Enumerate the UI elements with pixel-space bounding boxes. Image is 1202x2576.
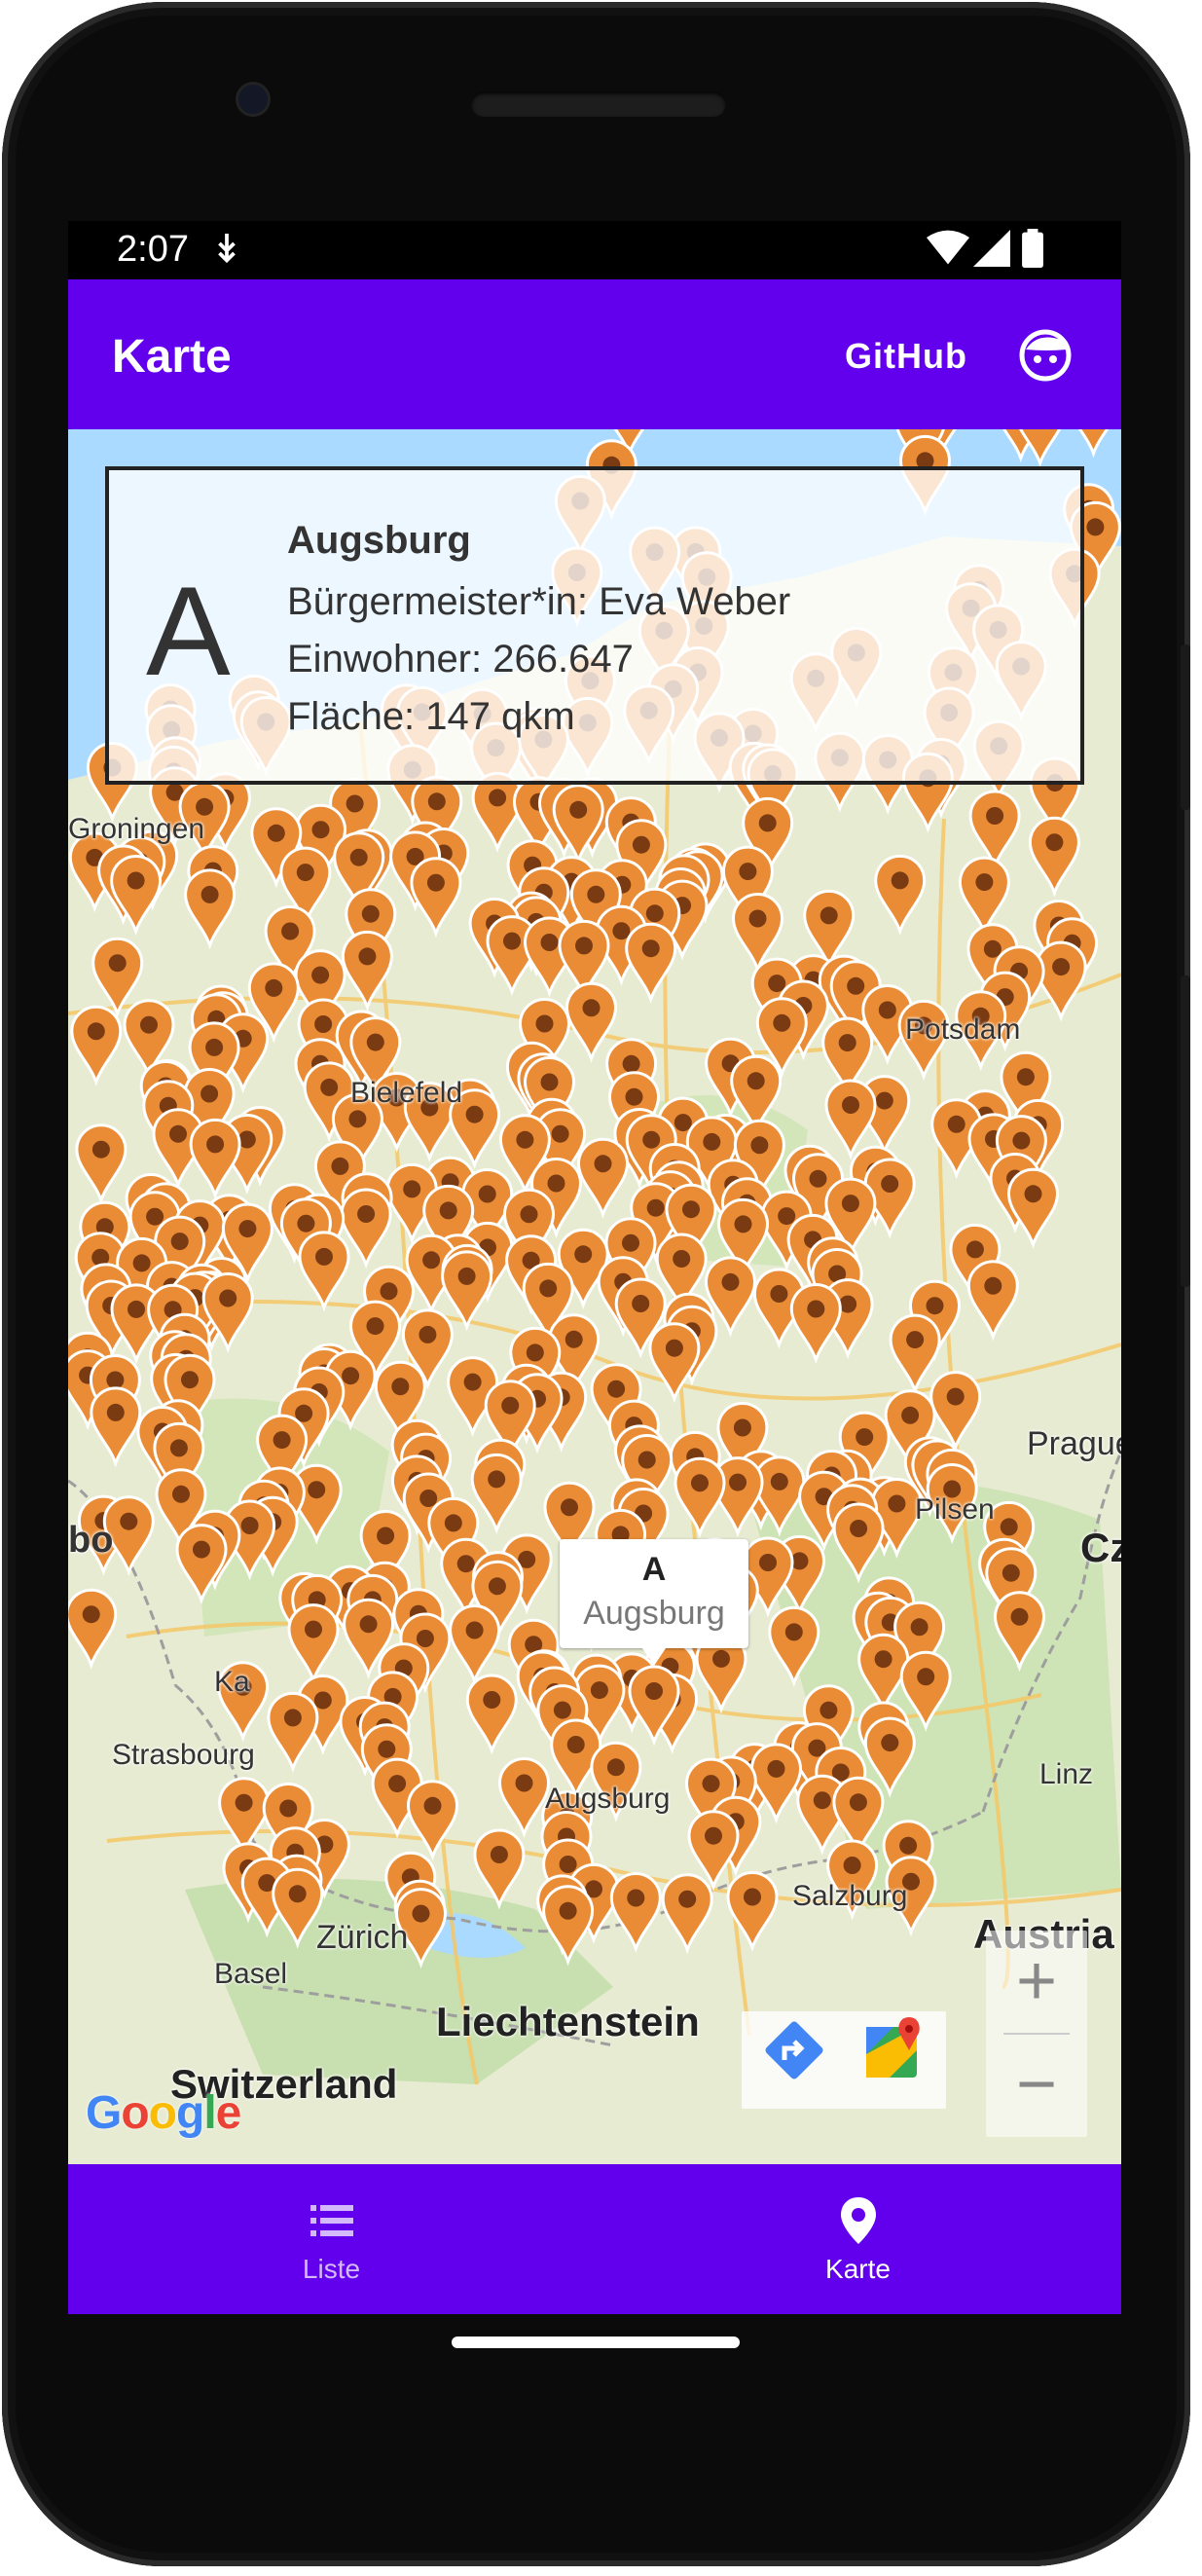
- phone-frame: 2:07 Karte GitHub Groningen Bielefeld Po…: [2, 2, 1190, 2566]
- city-letter: A: [146, 560, 231, 702]
- city-info-card: A Augsburg Bürgermeister*in: Eva Weber E…: [105, 466, 1084, 785]
- label-strasbourg: Strasbourg: [112, 1739, 255, 1771]
- nav-tab-list[interactable]: Liste: [68, 2164, 595, 2314]
- city-area: Fläche: 147 qkm: [287, 695, 575, 738]
- usb-debug-icon: [218, 234, 236, 264]
- nav-tab-map[interactable]: Karte: [595, 2164, 1121, 2314]
- zoom-controls: + −: [986, 1931, 1087, 2137]
- map-view[interactable]: Groningen Bielefeld Potsdam Prague Pilse…: [68, 429, 1121, 2164]
- wifi-icon: [927, 230, 969, 265]
- google-maps-icon[interactable]: [855, 2011, 932, 2089]
- volume-button: [1181, 975, 1190, 1287]
- google-logo: Google: [86, 2086, 241, 2140]
- label-potsdam: Potsdam: [905, 1013, 1021, 1046]
- label-basel: Basel: [214, 1958, 288, 1990]
- marker-info-window[interactable]: A Augsburg: [560, 1539, 748, 1666]
- directions-icon[interactable]: [755, 2011, 833, 2089]
- zoom-in-button[interactable]: +: [986, 1931, 1087, 2032]
- bottom-navigation: Liste Karte: [68, 2164, 1121, 2314]
- status-time: 2:07: [117, 229, 189, 270]
- label-prague: Prague: [1027, 1425, 1121, 1462]
- label-salzburg: Salzburg: [792, 1880, 908, 1912]
- page-title: Karte: [112, 331, 232, 383]
- home-indicator[interactable]: [452, 2337, 740, 2348]
- status-bar: 2:07: [68, 221, 1121, 279]
- cell-signal-icon: [973, 230, 1010, 267]
- list-icon: [310, 2205, 353, 2236]
- info-window-letter: A: [641, 1551, 667, 1588]
- label-bielefeld: Bielefeld: [350, 1077, 463, 1109]
- label-luxembourg: bo: [68, 1520, 114, 1561]
- city-name: Augsburg: [287, 519, 471, 562]
- label-linz: Linz: [1039, 1758, 1094, 1790]
- face-icon[interactable]: [1018, 328, 1073, 383]
- info-window-name: Augsburg: [583, 1595, 725, 1632]
- label-karlsruhe: Ka: [214, 1666, 250, 1698]
- front-camera: [238, 85, 268, 114]
- label-augsburg: Augsburg: [545, 1783, 671, 1815]
- label-pilsen: Pilsen: [915, 1493, 995, 1526]
- top-app-bar: Karte GitHub: [68, 279, 1121, 429]
- label-groningen: Groningen: [68, 813, 205, 845]
- map-toolbar: [742, 2011, 946, 2109]
- app-screen: 2:07 Karte GitHub Groningen Bielefeld Po…: [68, 221, 1121, 2314]
- label-liechtenstein: Liechtenstein: [436, 1999, 700, 2044]
- label-zurich: Zürich: [316, 1919, 409, 1956]
- city-mayor: Bürgermeister*in: Eva Weber: [287, 580, 791, 623]
- battery-icon: [1022, 229, 1043, 268]
- google-logo-text: Google: [86, 2087, 241, 2139]
- zoom-out-button[interactable]: −: [986, 2034, 1087, 2135]
- nav-label-map: Karte: [825, 2254, 891, 2284]
- power-button: [1181, 644, 1190, 810]
- nav-label-list: Liste: [302, 2254, 361, 2284]
- label-czechia: Cz: [1080, 1525, 1121, 1570]
- city-population: Einwohner: 266.647: [287, 638, 634, 681]
- github-button[interactable]: GitHub: [845, 336, 967, 377]
- map-pin-icon: [841, 2197, 876, 2244]
- earpiece-speaker: [471, 92, 726, 117]
